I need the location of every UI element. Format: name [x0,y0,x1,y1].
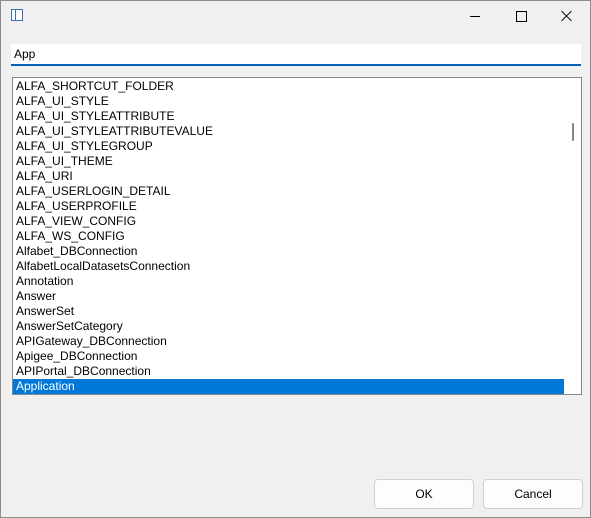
list-item[interactable]: Annotation [13,274,564,289]
app-icon [11,9,23,21]
list-item[interactable]: AlfabetLocalDatasetsConnection [13,259,564,274]
list-item[interactable]: ALFA_UI_STYLEGROUP [13,139,564,154]
maximize-icon [515,10,527,22]
list-item[interactable]: ALFA_VIEW_CONFIG [13,214,564,229]
ok-button[interactable]: OK [374,479,474,509]
search-input[interactable] [11,44,581,66]
class-list[interactable]: ALFA_SHORTCUT_FOLDER ALFA_UI_STYLE ALFA_UI… [12,77,582,395]
list-item[interactable]: Application [13,379,564,394]
list-item[interactable]: APIGateway_DBConnection [13,334,564,349]
scrollbar-thumb[interactable] [572,123,574,141]
close-button[interactable] [544,1,590,31]
title-bar[interactable] [1,1,590,31]
list-item[interactable]: ALFA_WS_CONFIG [13,229,564,244]
dialog-window: ALFA_SHORTCUT_FOLDERALFA_UI_STYLEALFA_UI… [0,0,591,518]
list-item[interactable]: ALFA_UI_STYLEATTRIBUTEVALUE [13,124,564,139]
list-item[interactable]: AnswerSetCategory [13,319,564,334]
list-item[interactable]: Alfabet_DBConnection [13,244,564,259]
list-item[interactable]: ALFA_USERPROFILE [13,199,564,214]
list-item[interactable]: ALFA_UI_STYLEATTRIBUTE [13,109,564,124]
list-item[interactable]: ALFA_SHORTCUT_FOLDER [13,79,564,94]
minimize-button[interactable] [452,1,498,31]
minimize-icon [470,15,480,17]
close-icon [561,10,573,22]
list-item[interactable]: Answer [13,289,564,304]
list-scrollbar[interactable] [565,78,581,394]
list-item[interactable]: AnswerSet [13,304,564,319]
list-items: ALFA_SHORTCUT_FOLDER ALFA_UI_STYLE ALFA_UI… [13,79,564,394]
list-item[interactable]: ALFA_UI_STYLE [13,94,564,109]
list-item[interactable]: ALFA_USERLOGIN_DETAIL [13,184,564,199]
maximize-button[interactable] [498,1,544,31]
list-item[interactable]: APIPortal_DBConnection [13,364,564,379]
cancel-button[interactable]: Cancel [483,479,583,509]
list-item[interactable]: ALFA_UI_THEME [13,154,564,169]
list-item[interactable]: ALFA_URI [13,169,564,184]
list-item[interactable]: Apigee_DBConnection [13,349,564,364]
